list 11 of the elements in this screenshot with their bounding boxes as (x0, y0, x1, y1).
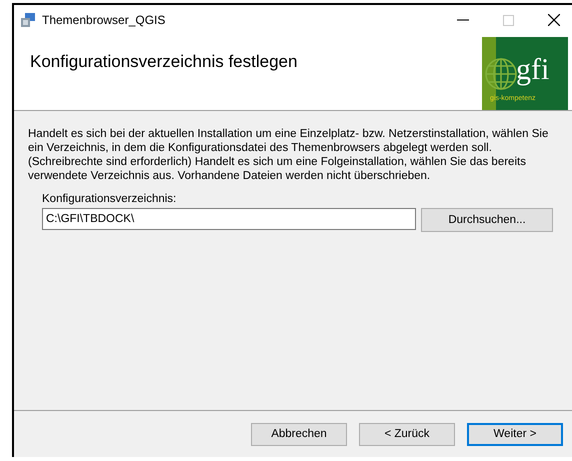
browse-button[interactable]: Durchsuchen... (421, 208, 553, 232)
window-title: Themenbrowser_QGIS (42, 13, 166, 27)
field-label: Konfigurationsverzeichnis: (42, 193, 178, 205)
description-text: Handelt es sich bei der aktuellen Installation um eine Einzelplatz- bzw. Netzerstinstallation, wählen Sie ein Verzeichnis, in dem die Konfigurationsdatei des Themenbrowsers abgelegt werden soll. (Schreibrechte sind erforderlich) Handelt es sich um eine Folgeinstallation, wählen Sie das bereits verwendete Verzeichnis aus. Vorhandene Dateien werden nicht überschrieben. (28, 127, 550, 183)
wizard-button[interactable]: Weiter > (467, 422, 563, 446)
wizard-button[interactable]: Abbrechen (251, 422, 347, 446)
close-icon[interactable] (548, 14, 560, 26)
path-field[interactable]: C:\GFI\TBDOCK\ (42, 208, 416, 230)
installer-icon (20, 12, 36, 28)
page-heading: Konfigurationsverzeichnis festlegen (30, 52, 298, 72)
wizard-button[interactable]: < Zurück (359, 422, 455, 446)
